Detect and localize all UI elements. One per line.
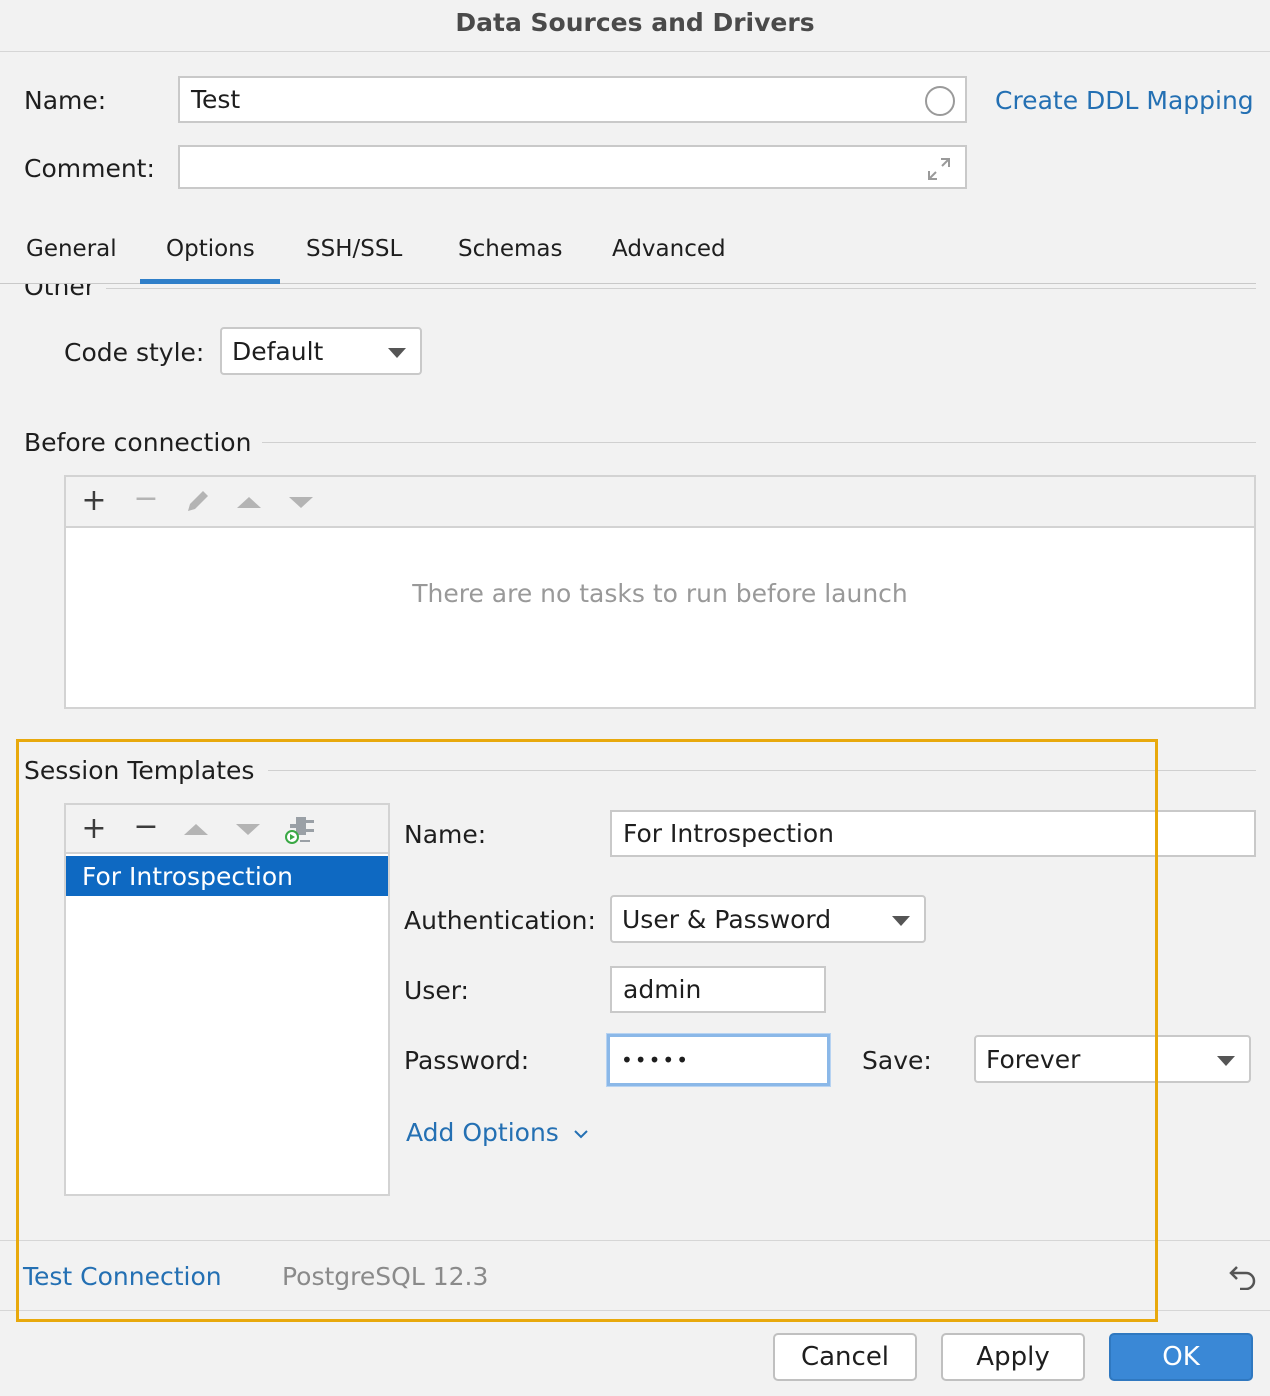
expand-icon[interactable] xyxy=(925,155,953,183)
name-input[interactable]: Test xyxy=(178,76,967,123)
other-section-label: Other xyxy=(24,284,95,301)
other-section-header: Other xyxy=(0,284,1270,304)
no-tasks-text: There are no tasks to run before launch xyxy=(412,579,908,608)
move-up-icon[interactable] xyxy=(237,497,261,508)
chevron-down-icon xyxy=(1217,1056,1235,1066)
name-label: Name: xyxy=(24,86,107,115)
apply-button[interactable]: Apply xyxy=(941,1333,1085,1381)
before-launch-panel: + − There are no tasks to run before lau… xyxy=(64,475,1256,709)
add-task-plus-icon[interactable]: + xyxy=(78,481,110,521)
comment-label: Comment: xyxy=(24,154,155,183)
before-connection-label: Before connection xyxy=(24,428,252,457)
code-style-label: Code style: xyxy=(64,338,205,367)
highlight-frame xyxy=(16,739,1158,1322)
move-down-icon[interactable] xyxy=(289,497,313,508)
other-separator xyxy=(106,288,1256,289)
remove-task-minus-icon[interactable]: − xyxy=(130,479,162,519)
code-style-value: Default xyxy=(232,336,324,366)
cancel-button[interactable]: Cancel xyxy=(773,1333,917,1381)
chevron-down-icon xyxy=(388,348,406,358)
window-title: Data Sources and Drivers xyxy=(0,0,1270,52)
ok-button[interactable]: OK xyxy=(1109,1333,1253,1381)
tab-schemas[interactable]: Schemas xyxy=(458,236,562,262)
comment-input[interactable] xyxy=(178,145,967,189)
code-style-select[interactable]: Default xyxy=(220,327,422,375)
name-input-value: Test xyxy=(191,85,241,114)
before-connection-separator xyxy=(262,442,1256,443)
revert-icon[interactable] xyxy=(1228,1262,1258,1290)
tab-ssh-ssl[interactable]: SSH/SSL xyxy=(306,236,402,262)
before-launch-toolbar: + − xyxy=(66,477,1254,528)
color-circle-icon[interactable] xyxy=(925,86,955,116)
edit-pencil-icon[interactable] xyxy=(184,487,212,515)
tab-options[interactable]: Options xyxy=(166,236,255,262)
tab-advanced[interactable]: Advanced xyxy=(612,236,726,262)
tab-general[interactable]: General xyxy=(26,236,117,262)
create-ddl-mapping-link[interactable]: Create DDL Mapping xyxy=(995,86,1254,115)
